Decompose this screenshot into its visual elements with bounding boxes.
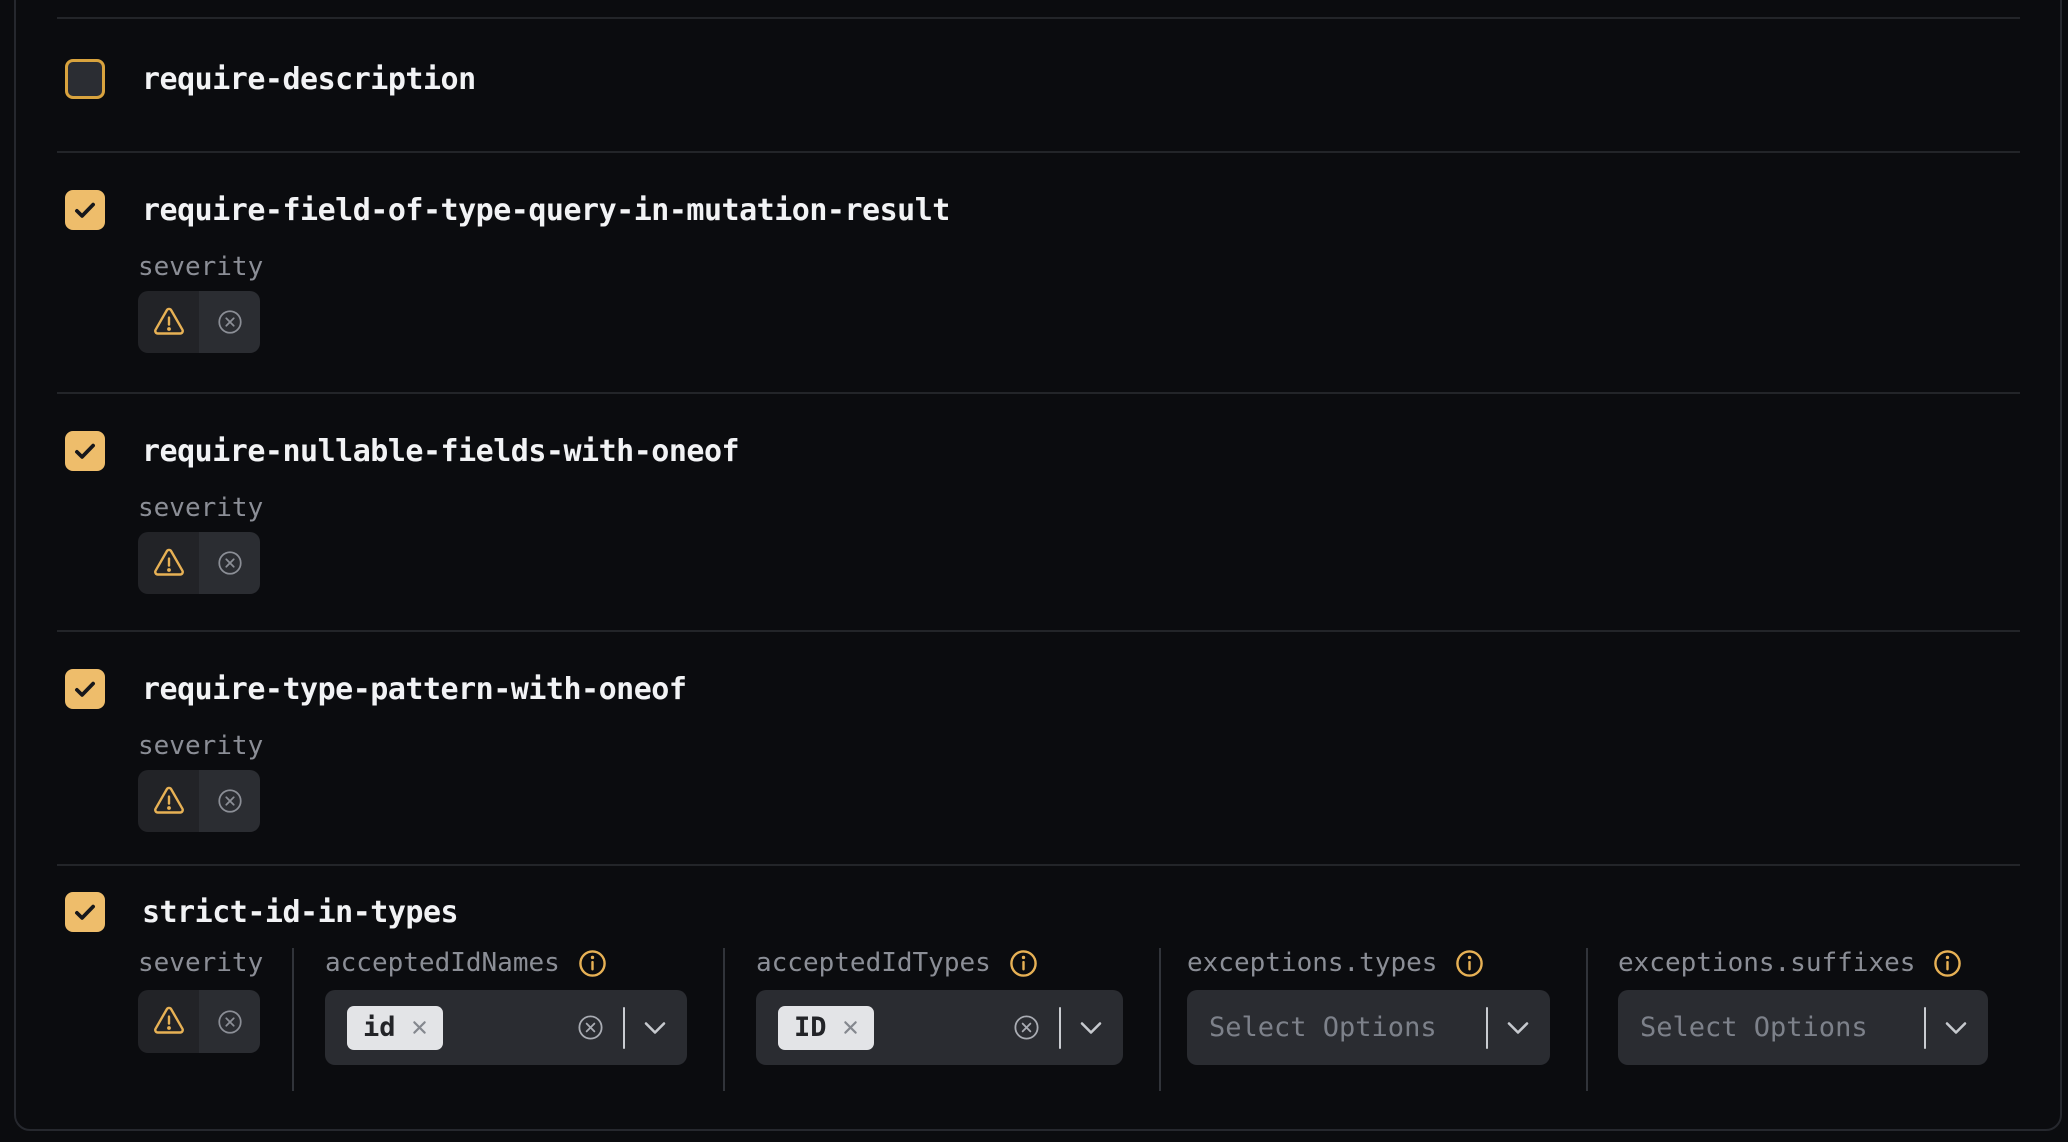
rules-panel: require-description require-field-of-typ…: [14, 0, 2062, 1131]
severity-toggle: [138, 532, 260, 594]
severity-label: severity: [138, 731, 2060, 761]
rule-name: require-description: [142, 62, 476, 97]
warning-icon: [152, 548, 186, 579]
warning-icon: [152, 1006, 186, 1037]
severity-off-button[interactable]: [199, 291, 260, 353]
x-circle-icon: [216, 308, 244, 336]
dropdown-separator: [1059, 1007, 1061, 1049]
option-column-severity: severity: [138, 948, 294, 1091]
dropdown-separator: [1486, 1007, 1488, 1049]
option-column-acceptedIdTypes: acceptedIdTypes ID: [725, 948, 1161, 1091]
rule-row-require-description: require-description: [16, 19, 2060, 151]
info-icon[interactable]: [1009, 949, 1038, 978]
tag-label: id: [363, 1014, 396, 1041]
rule-row-require-type-pattern-with-oneof: require-type-pattern-with-oneof severity: [16, 632, 2060, 864]
option-column-exceptions-suffixes: exceptions.suffixes Select Options: [1588, 948, 2024, 1091]
severity-label: severity: [138, 252, 2060, 282]
x-circle-icon: [216, 549, 244, 577]
checkmark-icon: [72, 438, 98, 464]
option-label: acceptedIdNames: [325, 948, 560, 978]
select-placeholder: Select Options: [1640, 1012, 1868, 1043]
checkmark-icon: [72, 676, 98, 702]
severity-warn-button[interactable]: [138, 990, 199, 1053]
rule-checkbox[interactable]: [65, 190, 105, 230]
rule-name: strict-id-in-types: [142, 895, 458, 930]
severity-toggle: [138, 291, 260, 353]
x-circle-icon: [216, 787, 244, 815]
chevron-down-icon[interactable]: [1079, 1021, 1103, 1035]
option-label: exceptions.types: [1187, 948, 1437, 978]
dropdown-separator: [623, 1007, 625, 1049]
severity-warn-button[interactable]: [138, 291, 199, 353]
chevron-down-icon[interactable]: [643, 1021, 667, 1035]
severity-warn-button[interactable]: [138, 770, 199, 832]
rule-checkbox[interactable]: [65, 59, 105, 99]
info-icon[interactable]: [1933, 949, 1962, 978]
remove-tag-icon[interactable]: [841, 1018, 860, 1037]
option-label: exceptions.suffixes: [1618, 948, 1915, 978]
tag-label: ID: [794, 1014, 827, 1041]
acceptedIdTypes-multiselect[interactable]: ID: [756, 990, 1123, 1065]
severity-label: severity: [138, 493, 2060, 523]
checkmark-icon: [72, 197, 98, 223]
severity-warn-button[interactable]: [138, 532, 199, 594]
severity-off-button[interactable]: [199, 770, 260, 832]
info-icon[interactable]: [1455, 949, 1484, 978]
severity-toggle: [138, 990, 260, 1053]
warning-icon: [152, 307, 186, 338]
rule-row-strict-id-in-types: strict-id-in-types severity acc: [16, 866, 2060, 1125]
clear-all-icon[interactable]: [1012, 1013, 1041, 1042]
remove-tag-icon[interactable]: [410, 1018, 429, 1037]
select-placeholder: Select Options: [1209, 1012, 1437, 1043]
exceptions-suffixes-select[interactable]: Select Options: [1618, 990, 1988, 1065]
option-column-acceptedIdNames: acceptedIdNames id: [294, 948, 725, 1091]
rule-checkbox[interactable]: [65, 892, 105, 932]
checkmark-icon: [72, 899, 98, 925]
strict-id-options-row: severity acceptedIdNames: [138, 948, 2060, 1091]
option-label: acceptedIdTypes: [756, 948, 991, 978]
rule-name: require-field-of-type-query-in-mutation-…: [142, 193, 950, 228]
chevron-down-icon[interactable]: [1506, 1021, 1530, 1035]
acceptedIdNames-multiselect[interactable]: id: [325, 990, 687, 1065]
severity-off-button[interactable]: [199, 990, 260, 1053]
rule-checkbox[interactable]: [65, 669, 105, 709]
selected-tag: ID: [778, 1006, 874, 1050]
selected-tag: id: [347, 1006, 443, 1050]
rule-name: require-nullable-fields-with-oneof: [142, 434, 739, 469]
rule-checkbox[interactable]: [65, 431, 105, 471]
severity-toggle: [138, 770, 260, 832]
chevron-down-icon[interactable]: [1944, 1021, 1968, 1035]
exceptions-types-select[interactable]: Select Options: [1187, 990, 1550, 1065]
warning-icon: [152, 786, 186, 817]
clear-all-icon[interactable]: [576, 1013, 605, 1042]
info-icon[interactable]: [578, 949, 607, 978]
rule-name: require-type-pattern-with-oneof: [142, 672, 686, 707]
rule-row-require-field-of-type-query-in-mutation-result: require-field-of-type-query-in-mutation-…: [16, 153, 2060, 392]
x-circle-icon: [216, 1008, 244, 1036]
panel-spacer: [16, 0, 2060, 17]
severity-off-button[interactable]: [199, 532, 260, 594]
option-column-exceptions-types: exceptions.types Select Options: [1161, 948, 1588, 1091]
severity-label: severity: [138, 948, 263, 978]
dropdown-separator: [1924, 1007, 1926, 1049]
rule-row-require-nullable-fields-with-oneof: require-nullable-fields-with-oneof sever…: [16, 394, 2060, 630]
